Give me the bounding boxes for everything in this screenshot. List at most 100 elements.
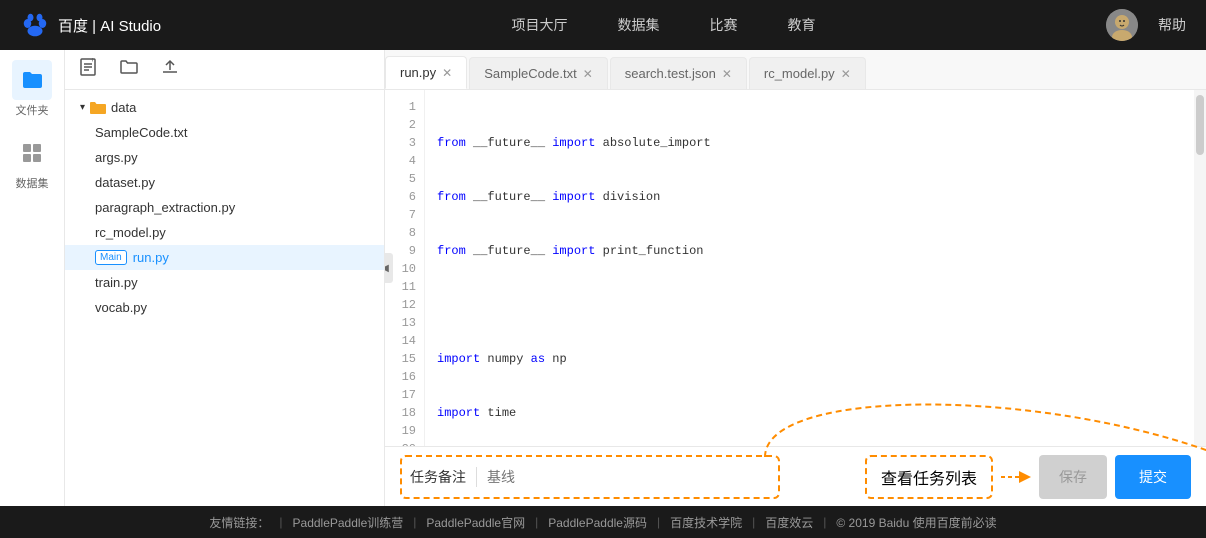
file-item-vocab[interactable]: vocab.py [65,295,384,320]
file-item-samplecode[interactable]: SampleCode.txt [65,120,384,145]
footer-link-paddlesource[interactable]: PaddlePaddle源码 [548,514,647,531]
view-tasks-label: 查看任务列表 [881,465,977,489]
tab-bar: run.py ✕ SampleCode.txt ✕ search.test.js… [385,50,1206,90]
folder-arrow-icon: ▾ [80,102,85,113]
sidebar: 文件夹 数据集 [0,50,65,506]
folder-name: data [111,100,136,115]
tab-rcmodel[interactable]: rc_model.py ✕ [749,57,866,89]
code-editor: ◀ 1 2 3 4 5 6 7 8 9 10 11 12 13 14 15 16… [385,90,1206,446]
file-item-rcmodel[interactable]: rc_model.py [65,220,384,245]
sidebar-files-label: 文件夹 [16,102,49,118]
tab-run-py[interactable]: run.py ✕ [385,56,467,89]
avatar[interactable] [1106,9,1138,41]
main-layout: 文件夹 数据集 + [0,50,1206,506]
grid-icon[interactable] [12,133,52,173]
tab-rcmodel-label: rc_model.py [764,66,835,81]
tab-run-py-label: run.py [400,65,436,80]
task-divider [476,467,477,487]
line-num-7: 7 [385,206,424,224]
code-line-4 [437,296,1182,314]
task-label: 任务备注 [410,467,466,487]
view-tasks-button[interactable]: 查看任务列表 [865,455,993,499]
nav-item-projects[interactable]: 项目大厅 [512,10,568,40]
bottom-toolbar: 任务备注 查看任务列表 保存 提交 [385,446,1206,506]
nav-items: 项目大厅 数据集 比赛 教育 [221,10,1106,40]
sidebar-item-datasets[interactable]: 数据集 [12,133,52,191]
line-num-1: 1 [385,98,424,116]
brand-label: 百度 | AI Studio [58,15,161,36]
svg-text:+: + [90,58,95,64]
line-num-13: 13 [385,314,424,332]
line-num-3: 3 [385,134,424,152]
file-item-run[interactable]: Main run.py [65,245,384,270]
arrow-right-icon [1001,467,1031,487]
nav-right: 帮助 [1106,9,1186,41]
vertical-scrollbar[interactable] [1194,90,1206,446]
file-list: ▾ data SampleCode.txt args.py dataset.py… [65,90,384,506]
code-line-5: import numpy as np [437,350,1182,368]
folder-data[interactable]: ▾ data [65,95,384,120]
nav-item-competitions[interactable]: 比赛 [710,10,738,40]
code-line-6: import time [437,404,1182,422]
tab-search-test-close[interactable]: ✕ [722,68,732,80]
right-actions: 查看任务列表 保存 提交 [865,455,1191,499]
file-item-dataset[interactable]: dataset.py [65,170,384,195]
new-folder-button[interactable] [116,54,142,85]
footer-link-paddleofficial[interactable]: PaddlePaddle官网 [426,514,525,531]
tab-samplecode[interactable]: SampleCode.txt ✕ [469,57,608,89]
upload-button[interactable] [157,54,183,85]
sidebar-datasets-label: 数据集 [16,175,49,191]
line-num-2: 2 [385,116,424,134]
line-num-4: 4 [385,152,424,170]
line-num-18: 18 [385,404,424,422]
line-num-5: 5 [385,170,424,188]
footer-link-paddlecamp[interactable]: PaddlePaddle训练营 [293,514,404,531]
file-item-paragraph[interactable]: paragraph_extraction.py [65,195,384,220]
footer-link-baiduyun[interactable]: 百度效云 [765,514,813,531]
footer-prefix: 友情链接： [209,514,269,531]
code-line-3: from __future__ import print_function [437,242,1182,260]
tab-search-test-label: search.test.json [625,66,716,81]
sidebar-item-files[interactable]: 文件夹 [12,60,52,118]
footer: 友情链接： | PaddlePaddle训练营 | PaddlePaddle官网… [0,506,1206,538]
line-num-15: 15 [385,350,424,368]
submit-button[interactable]: 提交 [1115,455,1191,499]
file-toolbar: + [65,50,384,90]
footer-link-techacademy[interactable]: 百度技术学院 [670,514,742,531]
collapse-panel-button[interactable]: ◀ [385,253,393,283]
footer-copyright: © 2019 Baidu 使用百度前必读 [836,514,996,531]
line-num-6: 6 [385,188,424,206]
tab-rcmodel-close[interactable]: ✕ [841,68,851,80]
code-line-1: from __future__ import absolute_import [437,134,1182,152]
logo-area: 百度 | AI Studio [20,10,161,40]
folder-icon[interactable] [12,60,52,100]
line-num-17: 17 [385,386,424,404]
tab-run-py-close[interactable]: ✕ [442,67,452,79]
tab-search-test[interactable]: search.test.json ✕ [610,57,747,89]
top-nav: 百度 | AI Studio 项目大厅 数据集 比赛 教育 帮助 [0,0,1206,50]
line-num-14: 14 [385,332,424,350]
baseline-input[interactable] [487,469,770,485]
line-num-19: 19 [385,422,424,440]
baidu-logo-icon [20,10,50,40]
help-link[interactable]: 帮助 [1158,15,1186,35]
main-tag: Main [95,250,127,265]
file-panel: + ▾ data SampleCode.txt args.py dataset.… [65,50,385,506]
nav-item-education[interactable]: 教育 [788,10,816,40]
line-num-16: 16 [385,368,424,386]
line-num-8: 8 [385,224,424,242]
save-button[interactable]: 保存 [1039,455,1107,499]
code-line-2: from __future__ import division [437,188,1182,206]
scrollbar-thumb[interactable] [1196,95,1204,155]
file-item-train[interactable]: train.py [65,270,384,295]
new-file-button[interactable]: + [75,54,101,85]
nav-item-datasets[interactable]: 数据集 [618,10,660,40]
file-item-args[interactable]: args.py [65,145,384,170]
task-input-group: 任务备注 [400,455,780,499]
editor-area: run.py ✕ SampleCode.txt ✕ search.test.js… [385,50,1206,506]
code-content[interactable]: from __future__ import absolute_import f… [425,90,1194,446]
tab-samplecode-label: SampleCode.txt [484,66,577,81]
tab-samplecode-close[interactable]: ✕ [583,68,593,80]
line-num-12: 12 [385,296,424,314]
run-py-name: run.py [133,250,169,265]
